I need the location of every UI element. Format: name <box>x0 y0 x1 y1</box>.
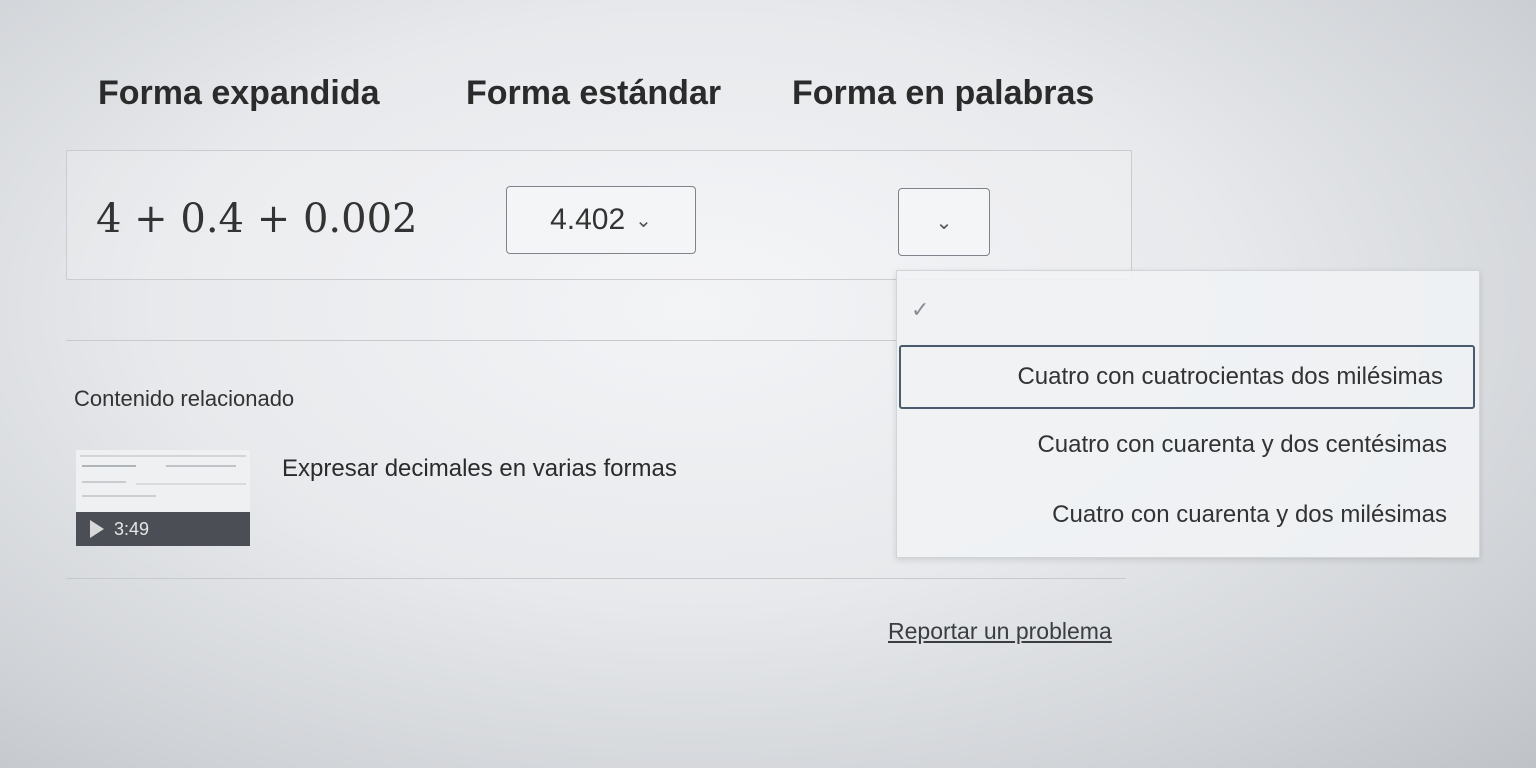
chevron-down-icon: ⌄ <box>935 211 953 234</box>
related-content-heading: Contenido relacionado <box>74 386 295 411</box>
chevron-down-icon: ⌄ <box>635 209 652 232</box>
header-standard-form: Forma estándar <box>466 74 722 112</box>
word-form-dropdown-menu: ✓ Cuatro con cuatrocientas dos milésimas… <box>896 270 1480 558</box>
video-duration-bar: 3:49 <box>76 512 250 546</box>
thumbnail-preview <box>80 455 246 497</box>
standard-form-value: 4.402 <box>550 203 626 236</box>
header-word-form: Forma en palabras <box>792 74 1095 112</box>
video-thumbnail[interactable]: 3:49 <box>76 450 250 546</box>
video-duration: 3:49 <box>114 518 150 539</box>
report-problem-link[interactable]: Reportar un problema <box>888 618 1112 645</box>
play-icon <box>90 520 104 538</box>
dropdown-option[interactable]: Cuatro con cuarenta y dos centésimas <box>897 413 1477 477</box>
dropdown-option[interactable]: Cuatro con cuatrocientas dos milésimas <box>899 345 1475 409</box>
standard-form-select[interactable]: 4.402 ⌄ <box>506 186 696 254</box>
expanded-form-value: 4 + 0.4 + 0.002 <box>96 196 418 242</box>
word-form-select[interactable]: ⌄ <box>898 188 990 256</box>
video-title-link[interactable]: Expresar decimales en varias formas <box>282 455 677 483</box>
divider <box>66 340 896 341</box>
check-icon: ✓ <box>911 297 930 322</box>
divider <box>66 578 1126 579</box>
header-expanded-form: Forma expandida <box>98 74 380 112</box>
dropdown-option[interactable]: Cuatro con cuarenta y dos milésimas <box>897 483 1477 547</box>
